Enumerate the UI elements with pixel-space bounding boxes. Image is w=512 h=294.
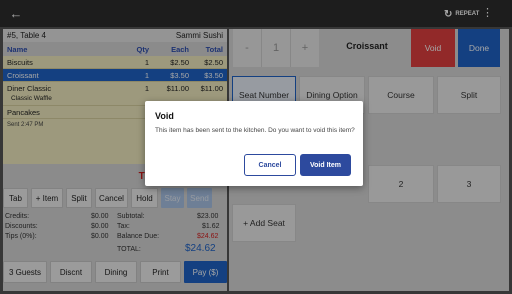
dialog-title: Void — [155, 111, 174, 121]
dialog-message: This item has been sent to the kitchen. … — [155, 127, 355, 134]
void-item-button[interactable]: Void Item — [300, 154, 351, 176]
dialog-cancel-button[interactable]: Cancel — [244, 154, 296, 176]
void-dialog: Void This item has been sent to the kitc… — [145, 101, 363, 186]
